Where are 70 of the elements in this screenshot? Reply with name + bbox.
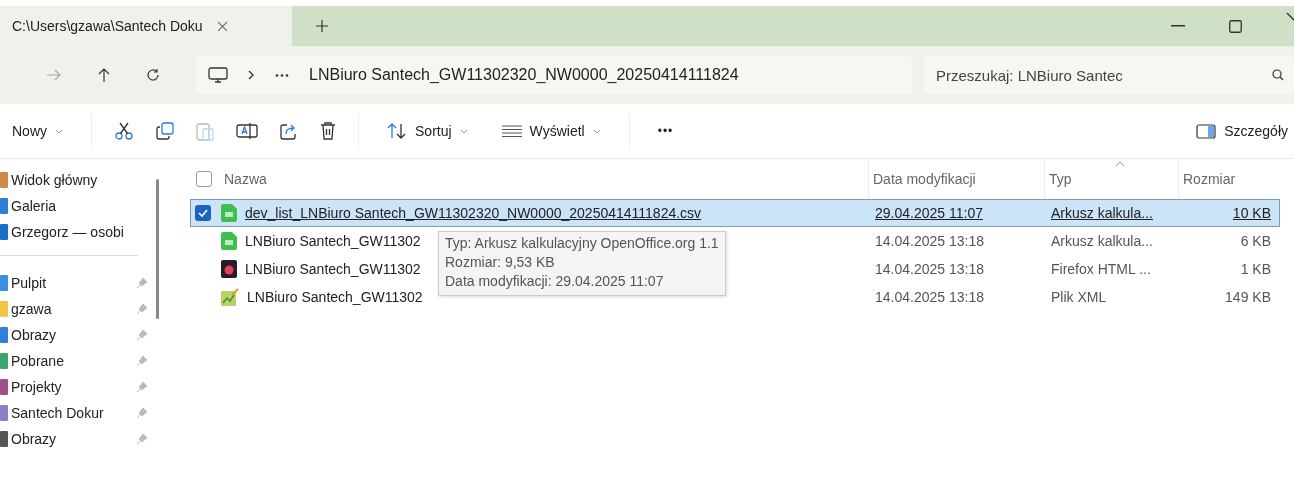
caret-icon [459, 128, 468, 134]
sort-caret-icon [1115, 161, 1125, 167]
sidebar-item[interactable]: Widok główny [0, 167, 168, 193]
panel-icon [1196, 123, 1217, 139]
sidebar-item[interactable]: Pulpit [0, 270, 168, 296]
size-cell-text: 10 KB [1231, 205, 1272, 221]
html-file-icon [221, 260, 237, 278]
details-button[interactable]: Szczegóły [1190, 119, 1294, 143]
file-name: LNBiuro Santech_GW11302 [247, 289, 423, 305]
refresh-icon[interactable] [146, 68, 160, 82]
rename-icon[interactable] [236, 122, 258, 140]
caret-icon [55, 128, 63, 134]
lines-icon [501, 125, 522, 137]
ellipsis-icon[interactable] [275, 73, 289, 77]
tooltip-text: Typ: Arkusz kalkulacyjny OpenOffice.org 1.1 [445, 234, 719, 253]
type-cell-text: Firefox HTML ... [1050, 261, 1152, 277]
tooltip-text: Data modyfikacji: 29.04.2025 11:07 [445, 272, 665, 291]
new-button[interactable]: Nowy [6, 119, 69, 143]
file-name: LNBiuro Santech_GW11302 [245, 261, 421, 277]
file-name: dev_list_LNBiuro Santech_GW11302320_NW0000_20250414111824.csv [245, 205, 702, 221]
size-cell-text: 6 KB [1239, 233, 1272, 249]
sidebar-item[interactable]: Santech Dokur [0, 400, 168, 426]
spreadsheet-icon [221, 204, 237, 222]
share-icon[interactable] [280, 122, 298, 140]
sidebar-item[interactable]: Obrazy [0, 426, 168, 452]
size-cell-text: 149 KB [1224, 289, 1272, 305]
file-row[interactable]: dev_list_LNBiuro Santech_GW11302320_NW0000_20250414111824.csv 29.04.2025 11:07 Arkusz kalkula... 10 KB [190, 199, 1280, 227]
sidebar-item[interactable]: Projekty [0, 374, 168, 400]
new-tab-icon[interactable] [316, 20, 328, 32]
type-cell-text: Arkusz kalkula... [1050, 205, 1154, 221]
sort-button[interactable]: Sortuj [381, 119, 474, 143]
computer-icon [208, 66, 228, 84]
tooltip-text: Rozmiar: 9,53 KB [445, 253, 556, 272]
date-cell-text: 14.04.2025 13:18 [874, 261, 985, 277]
sidebar-item[interactable]: Galeria [0, 193, 168, 219]
up-arrow-icon[interactable] [98, 67, 110, 83]
sidebar-item[interactable]: Grzegorz — osobi [0, 219, 168, 245]
window-tab[interactable]: C:\Users\gzawa\Santech Doku [0, 6, 292, 46]
sidebar-item[interactable]: Pobrane [0, 348, 168, 374]
minimize-icon[interactable] [1171, 25, 1185, 27]
address-bar[interactable]: LNBiuro Santech_GW11302320_NW0000_20250414111824 [196, 56, 912, 94]
checkbox[interactable] [195, 205, 211, 221]
copy-icon[interactable] [156, 122, 174, 140]
date-cell-text: 29.04.2025 11:07 [874, 205, 984, 221]
select-all-checkbox[interactable] [196, 171, 212, 187]
search-icon [1272, 69, 1284, 81]
type-cell-text: Plik XML [1050, 289, 1108, 305]
scrollbar[interactable] [156, 179, 159, 319]
sidebar-item[interactable]: Obrazy [0, 322, 168, 348]
maximize-icon[interactable] [1229, 19, 1242, 33]
caret-icon [592, 128, 601, 134]
trash-icon[interactable] [320, 122, 336, 140]
date-cell-text: 14.04.2025 13:18 [874, 233, 985, 249]
search-field[interactable]: Przeszukaj: LNBiuro Santec [934, 65, 1272, 85]
sort-icon [387, 123, 407, 139]
column-header[interactable]: Nazwa [220, 159, 868, 199]
close-icon[interactable] [216, 20, 228, 32]
file-name: LNBiuro Santech_GW11302 [245, 233, 421, 249]
breadcrumb-item[interactable]: LNBiuro Santech_GW11302320_NW0000_20250414111824 [309, 66, 739, 84]
date-cell-text: 14.04.2025 13:18 [874, 289, 985, 305]
view-button[interactable]: Wyświetl [495, 119, 607, 143]
scissors-icon[interactable] [114, 121, 134, 141]
size-cell-text: 1 KB [1239, 261, 1272, 277]
sidebar-item[interactable]: gzawa [0, 296, 168, 322]
search-box[interactable]: Przeszukaj: LNBiuro Santec [924, 56, 1294, 94]
type-cell-text: Arkusz kalkula... [1050, 233, 1154, 249]
xml-file-icon [221, 288, 239, 306]
more-button[interactable]: ••• [651, 120, 680, 142]
spreadsheet-icon [221, 232, 237, 250]
chevron-icon [248, 70, 255, 80]
